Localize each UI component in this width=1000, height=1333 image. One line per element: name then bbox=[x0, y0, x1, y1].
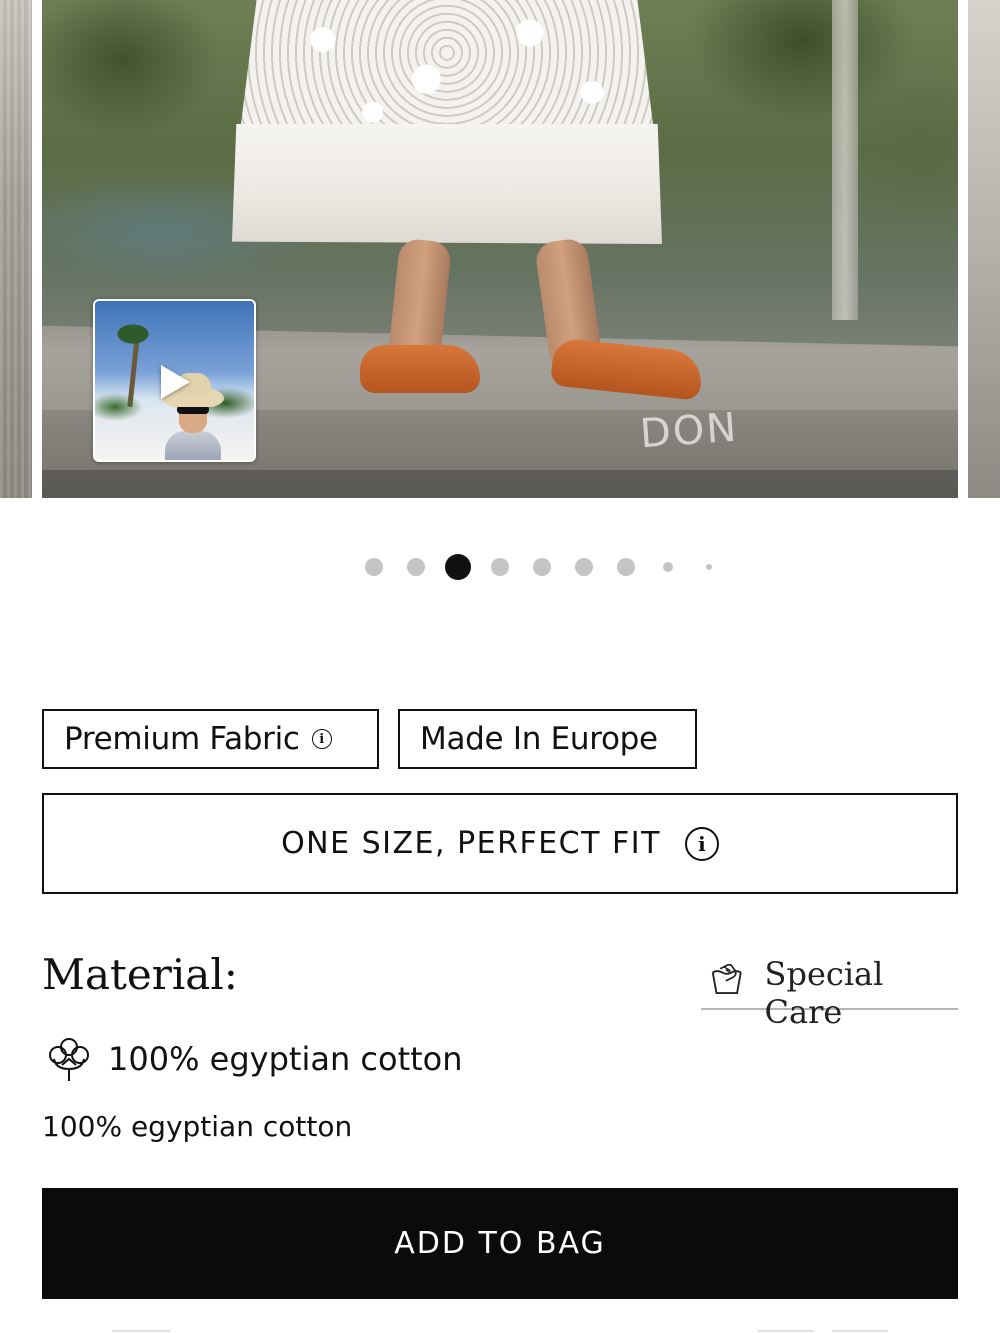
pagination-dot[interactable] bbox=[365, 558, 383, 576]
composition-label: 100% egyptian cotton bbox=[108, 1040, 463, 1078]
pagination-dot[interactable] bbox=[706, 564, 712, 570]
premium-fabric-label: Premium Fabric bbox=[64, 721, 300, 757]
video-thumbnail[interactable] bbox=[93, 299, 256, 462]
pagination-dot[interactable] bbox=[575, 558, 593, 576]
special-care-link[interactable]: Special Care bbox=[701, 954, 958, 1031]
info-icon[interactable]: i bbox=[684, 826, 719, 861]
pagination-dot[interactable] bbox=[663, 562, 673, 572]
material-heading: Material: bbox=[42, 950, 238, 999]
bottom-mark bbox=[832, 1330, 888, 1332]
previous-slide-peek[interactable] bbox=[0, 0, 32, 498]
special-care-label: Special Care bbox=[764, 955, 884, 1031]
dress-hem bbox=[232, 124, 662, 244]
composition-row: 100% egyptian cotton bbox=[46, 1034, 463, 1084]
play-icon[interactable] bbox=[161, 365, 190, 399]
material-description: 100% egyptian cotton bbox=[42, 1110, 353, 1143]
photo-ledge-shadow bbox=[42, 470, 958, 498]
add-to-bag-button[interactable]: ADD TO BAG bbox=[42, 1188, 958, 1299]
add-to-bag-label: ADD TO BAG bbox=[394, 1226, 606, 1261]
size-option-button[interactable]: ONE SIZE, PERFECT FIT i bbox=[42, 793, 958, 894]
size-option-label: ONE SIZE, PERFECT FIT bbox=[281, 826, 661, 861]
made-in-europe-badge: Made In Europe bbox=[398, 709, 697, 769]
photo-pole bbox=[832, 0, 858, 320]
photo-dress bbox=[232, 0, 662, 250]
hand-wash-icon bbox=[711, 963, 742, 994]
product-image-carousel[interactable]: DON bbox=[0, 0, 1000, 498]
dress-lace bbox=[240, 0, 654, 132]
carousel-pagination bbox=[0, 554, 1000, 580]
pagination-dot[interactable] bbox=[407, 558, 425, 576]
premium-fabric-badge[interactable]: Premium Fabric i bbox=[42, 709, 379, 769]
bottom-mark bbox=[112, 1330, 170, 1332]
bottom-mark bbox=[758, 1330, 814, 1332]
thumb-person-body bbox=[165, 431, 221, 460]
cotton-flower-icon bbox=[49, 1038, 89, 1081]
pagination-dot[interactable] bbox=[617, 558, 635, 576]
pagination-dot[interactable] bbox=[533, 558, 551, 576]
thumb-palm-crown bbox=[115, 323, 151, 345]
photo-graffiti: DON bbox=[638, 404, 740, 458]
pagination-dot-active[interactable] bbox=[445, 554, 471, 580]
pagination-dot[interactable] bbox=[491, 558, 509, 576]
info-icon[interactable]: i bbox=[311, 729, 332, 749]
made-in-europe-label: Made In Europe bbox=[420, 721, 658, 757]
next-slide-peek[interactable] bbox=[968, 0, 1000, 498]
bottom-edge bbox=[0, 1328, 1000, 1333]
photo-shoe-left bbox=[360, 345, 480, 393]
